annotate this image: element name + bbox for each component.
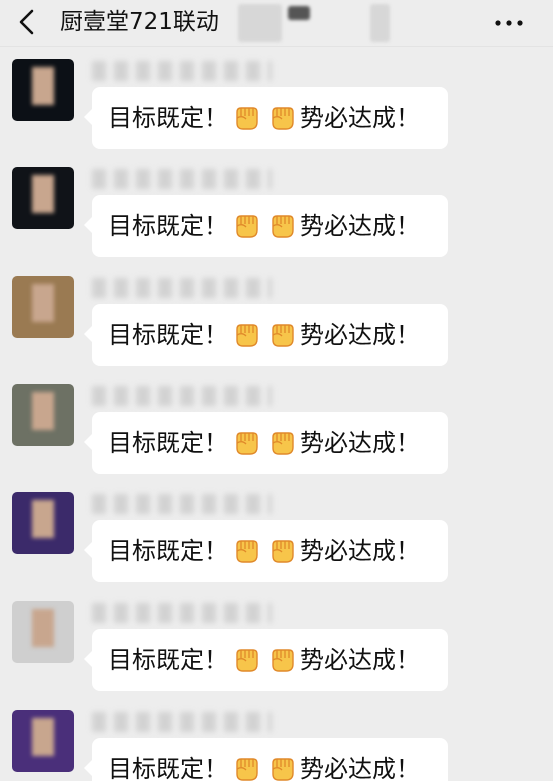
chat-header: 厨壹堂721联动 <box>0 0 553 47</box>
message-text-end: 势必达成！ <box>300 212 420 240</box>
sender-name-blurred <box>92 278 272 298</box>
message-text-start: 目标既定！ <box>108 537 228 565</box>
sender-name-blurred <box>92 712 272 732</box>
message-row: 目标既定！ 势必达成！ <box>0 155 553 263</box>
message-list[interactable]: 目标既定！ 势必达成！ 目标既定！ 势必达成！ 目标既定！ 势必达成！ 目标既定！ 势必达成！… <box>0 47 553 781</box>
message-text-start: 目标既定！ <box>108 321 228 349</box>
message-bubble[interactable]: 目标既定！ 势必达成！ <box>84 520 448 582</box>
title-blur-overlay <box>238 4 282 42</box>
more-icon[interactable] <box>493 12 525 34</box>
fist-emoji-icon <box>236 324 258 347</box>
message-text-start: 目标既定！ <box>108 212 228 240</box>
message-bubble[interactable]: 目标既定！ 势必达成！ <box>84 304 448 366</box>
fist-emoji-icon <box>272 432 294 455</box>
fist-emoji-icon <box>272 758 294 781</box>
fist-emoji-icon <box>236 107 258 130</box>
fist-emoji-icon <box>272 107 294 130</box>
avatar-blur <box>32 500 54 538</box>
fist-emoji-icon <box>272 649 294 672</box>
message-row: 目标既定！ 势必达成！ <box>0 372 553 480</box>
message-text-start: 目标既定！ <box>108 429 228 457</box>
fist-emoji-icon <box>236 758 258 781</box>
message-row: 目标既定！ 势必达成！ <box>0 589 553 697</box>
avatar[interactable] <box>12 601 74 663</box>
message-row: 目标既定！ 势必达成！ <box>0 264 553 372</box>
avatar[interactable] <box>12 710 74 772</box>
fist-emoji-icon <box>236 432 258 455</box>
message-row: 目标既定！ 势必达成！ <box>0 47 553 155</box>
avatar[interactable] <box>12 492 74 554</box>
message-bubble[interactable]: 目标既定！ 势必达成！ <box>84 412 448 474</box>
avatar[interactable] <box>12 276 74 338</box>
chat-title: 厨壹堂721联动 <box>60 9 219 35</box>
avatar-blur <box>32 609 54 647</box>
message-text-start: 目标既定！ <box>108 646 228 674</box>
fist-emoji-icon <box>236 649 258 672</box>
fist-emoji-icon <box>272 324 294 347</box>
title-blur-overlay <box>288 6 310 20</box>
avatar-blur <box>32 392 54 430</box>
message-text-end: 势必达成！ <box>300 646 420 674</box>
sender-name-blurred <box>92 494 272 514</box>
message-text-end: 势必达成！ <box>300 321 420 349</box>
sender-name-blurred <box>92 169 272 189</box>
back-icon[interactable] <box>14 8 42 36</box>
message-bubble[interactable]: 目标既定！ 势必达成！ <box>84 87 448 149</box>
message-bubble[interactable]: 目标既定！ 势必达成！ <box>84 629 448 691</box>
message-bubble[interactable]: 目标既定！ 势必达成！ <box>84 738 448 781</box>
fist-emoji-icon <box>236 215 258 238</box>
message-text-start: 目标既定！ <box>108 104 228 132</box>
avatar[interactable] <box>12 59 74 121</box>
avatar-blur <box>32 175 54 213</box>
message-bubble[interactable]: 目标既定！ 势必达成！ <box>84 195 448 257</box>
message-text-end: 势必达成！ <box>300 537 420 565</box>
message-row: 目标既定！ 势必达成！ <box>0 698 553 781</box>
fist-emoji-icon <box>272 540 294 563</box>
title-blur-overlay <box>370 4 390 42</box>
avatar[interactable] <box>12 167 74 229</box>
sender-name-blurred <box>92 603 272 623</box>
sender-name-blurred <box>92 386 272 406</box>
avatar-blur <box>32 67 54 105</box>
avatar-blur <box>32 284 54 322</box>
sender-name-blurred <box>92 61 272 81</box>
message-text-end: 势必达成！ <box>300 429 420 457</box>
message-text-start: 目标既定！ <box>108 755 228 781</box>
fist-emoji-icon <box>272 215 294 238</box>
avatar[interactable] <box>12 384 74 446</box>
message-text-end: 势必达成！ <box>300 755 420 781</box>
avatar-blur <box>32 718 54 756</box>
fist-emoji-icon <box>236 540 258 563</box>
message-row: 目标既定！ 势必达成！ <box>0 480 553 588</box>
message-text-end: 势必达成！ <box>300 104 420 132</box>
